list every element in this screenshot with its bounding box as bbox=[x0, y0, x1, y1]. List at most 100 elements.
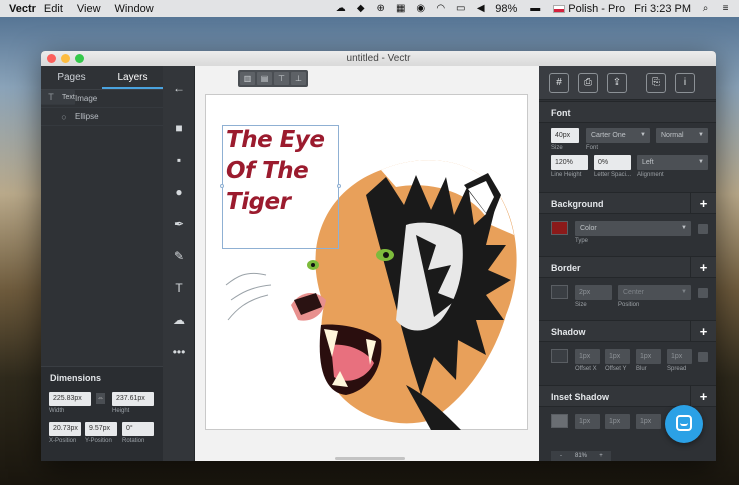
font-size-input[interactable]: 40px bbox=[551, 128, 579, 143]
close-window-button[interactable] bbox=[47, 54, 56, 63]
shadow-offset-x-input[interactable]: 1px bbox=[575, 349, 600, 364]
import-file-icon[interactable]: ⎙ bbox=[578, 72, 598, 93]
y-position-label: Y-Position bbox=[85, 438, 112, 444]
shadow-enabled-checkbox[interactable] bbox=[698, 352, 708, 362]
shadow-spread-input[interactable]: 1px bbox=[667, 349, 692, 364]
chevron-down-icon: ▼ bbox=[698, 159, 704, 165]
share-icon[interactable]: ⇪ bbox=[607, 72, 627, 93]
globe-icon[interactable]: ⊕ bbox=[375, 3, 386, 14]
add-border-icon[interactable]: + bbox=[690, 257, 716, 278]
minimize-window-button[interactable] bbox=[61, 54, 70, 63]
dimensions-title: Dimensions bbox=[50, 373, 102, 383]
pencil-tool-icon[interactable]: ✎ bbox=[171, 248, 187, 264]
artboard[interactable]: The Eye Of The Tiger bbox=[205, 94, 528, 430]
background-title: Background bbox=[551, 199, 604, 209]
border-size-input[interactable]: 2px bbox=[575, 285, 612, 300]
border-position-select[interactable]: Center ▼ bbox=[618, 285, 691, 300]
record-icon[interactable]: ◉ bbox=[415, 3, 426, 14]
dropbox-icon[interactable]: ◆ bbox=[355, 3, 366, 14]
background-type-select[interactable]: Color ▼ bbox=[575, 221, 691, 236]
shadow-spread-label: Spread bbox=[667, 366, 687, 372]
selection-handle-left[interactable] bbox=[220, 184, 224, 188]
letter-spacing-input[interactable]: 0% bbox=[594, 155, 631, 170]
layer-item-text[interactable]: T Text bbox=[41, 90, 75, 105]
canvas-align-controls: ▥ ▤ ⊤ ⊥ bbox=[238, 70, 308, 87]
wifi-icon[interactable]: ◠ bbox=[435, 3, 446, 14]
zoom-in-button[interactable]: + bbox=[591, 451, 611, 461]
layer-item-ellipse[interactable]: ○ Ellipse bbox=[41, 108, 163, 126]
zoom-out-button[interactable]: - bbox=[551, 451, 571, 461]
align-bottom-icon[interactable]: ⊥ bbox=[291, 72, 306, 85]
rectangle-tool-icon[interactable]: ■ bbox=[171, 120, 187, 136]
battery-icon[interactable]: ▬ bbox=[526, 3, 544, 14]
shadow-color-swatch[interactable] bbox=[551, 349, 568, 363]
grid-icon[interactable]: ▦ bbox=[395, 3, 406, 14]
left-panel-tabs: Pages Layers bbox=[41, 66, 163, 90]
border-color-swatch[interactable] bbox=[551, 285, 568, 299]
alignment-select[interactable]: Left ▼ bbox=[637, 155, 708, 170]
spotlight-search-icon[interactable]: ⌕ bbox=[700, 3, 711, 14]
airplay-icon[interactable]: ▭ bbox=[455, 3, 466, 14]
alignment-label: Alignment bbox=[637, 172, 664, 178]
font-family-select[interactable]: Carter One ▼ bbox=[586, 128, 650, 143]
distribute-icon[interactable]: ⊤ bbox=[274, 72, 289, 85]
volume-icon[interactable]: ◀ bbox=[475, 3, 486, 14]
background-color-swatch[interactable] bbox=[551, 221, 568, 235]
width-input[interactable]: 225.83px bbox=[49, 392, 91, 406]
link-dimensions-icon[interactable]: ⇔ bbox=[96, 393, 105, 404]
menu-view[interactable]: View bbox=[77, 3, 101, 15]
battery-percent: 98% bbox=[495, 2, 518, 15]
grid-settings-icon[interactable]: # bbox=[549, 72, 569, 93]
info-icon[interactable]: i bbox=[675, 72, 695, 93]
inset-shadow-color-swatch[interactable] bbox=[551, 414, 568, 428]
y-position-input[interactable]: 9.57px bbox=[85, 422, 117, 436]
align-horizontal-icon[interactable]: ▥ bbox=[240, 72, 255, 85]
font-size-label: Size bbox=[551, 145, 563, 151]
window-titlebar[interactable]: untitled - Vectr bbox=[41, 51, 716, 66]
more-tools-icon[interactable]: ••• bbox=[171, 344, 187, 360]
x-position-input[interactable]: 20.73px bbox=[49, 422, 81, 436]
input-source[interactable]: Polish - Pro bbox=[553, 3, 625, 15]
inset-shadow-offset-x-input[interactable]: 1px bbox=[575, 414, 600, 429]
font-weight-select[interactable]: Normal ▼ bbox=[656, 128, 708, 143]
zoom-window-button[interactable] bbox=[75, 54, 84, 63]
inset-shadow-blur-input[interactable]: 1px bbox=[636, 414, 661, 429]
creative-cloud-icon[interactable]: ☁ bbox=[335, 3, 346, 14]
chat-launcher-button[interactable] bbox=[665, 405, 703, 443]
pen-tool-icon[interactable]: ✒ bbox=[171, 216, 187, 232]
height-input[interactable]: 237.61px bbox=[112, 392, 154, 406]
border-section-header: Border + bbox=[539, 256, 716, 278]
rotation-input[interactable]: 0° bbox=[122, 422, 154, 436]
border-enabled-checkbox[interactable] bbox=[698, 288, 708, 298]
line-height-input[interactable]: 120% bbox=[551, 155, 588, 170]
add-background-icon[interactable]: + bbox=[690, 193, 716, 214]
clock[interactable]: Fri 3:23 PM bbox=[634, 3, 691, 15]
align-vertical-icon[interactable]: ▤ bbox=[257, 72, 272, 85]
ellipse-tool-icon[interactable]: ● bbox=[171, 184, 187, 200]
shadow-blur-input[interactable]: 1px bbox=[636, 349, 661, 364]
canvas-area[interactable]: ▥ ▤ ⊤ ⊥ The Eye Of The Tiger bbox=[195, 66, 539, 461]
shadow-offset-y-input[interactable]: 1px bbox=[605, 349, 630, 364]
input-source-label: Polish - Pro bbox=[568, 2, 626, 15]
font-section-header: Font bbox=[539, 101, 716, 123]
notification-center-icon[interactable]: ≡ bbox=[720, 3, 731, 14]
selection-handle-right[interactable] bbox=[337, 184, 341, 188]
menubar-app-name[interactable]: Vectr bbox=[9, 3, 36, 15]
rounded-rectangle-tool-icon[interactable]: ▪ bbox=[171, 152, 187, 168]
zoom-control: - 81% + bbox=[551, 451, 611, 461]
canvas-horizontal-scrollbar[interactable] bbox=[335, 457, 405, 460]
background-type-value: Color bbox=[580, 225, 597, 232]
back-arrow-icon[interactable]: ← bbox=[171, 80, 187, 96]
background-enabled-checkbox[interactable] bbox=[698, 224, 708, 234]
add-inset-shadow-icon[interactable]: + bbox=[690, 386, 716, 407]
export-icon[interactable]: ⎘ bbox=[646, 72, 666, 93]
tab-pages[interactable]: Pages bbox=[41, 66, 102, 89]
menu-edit[interactable]: Edit bbox=[44, 3, 63, 15]
tools-column: ← ■ ▪ ● ✒ ✎ T ☁ ••• bbox=[163, 66, 195, 461]
upload-image-icon[interactable]: ☁ bbox=[171, 312, 187, 328]
add-shadow-icon[interactable]: + bbox=[690, 321, 716, 342]
tab-layers[interactable]: Layers bbox=[102, 66, 163, 89]
text-tool-icon[interactable]: T bbox=[171, 280, 187, 296]
menu-window[interactable]: Window bbox=[115, 3, 154, 15]
inset-shadow-offset-y-input[interactable]: 1px bbox=[605, 414, 630, 429]
